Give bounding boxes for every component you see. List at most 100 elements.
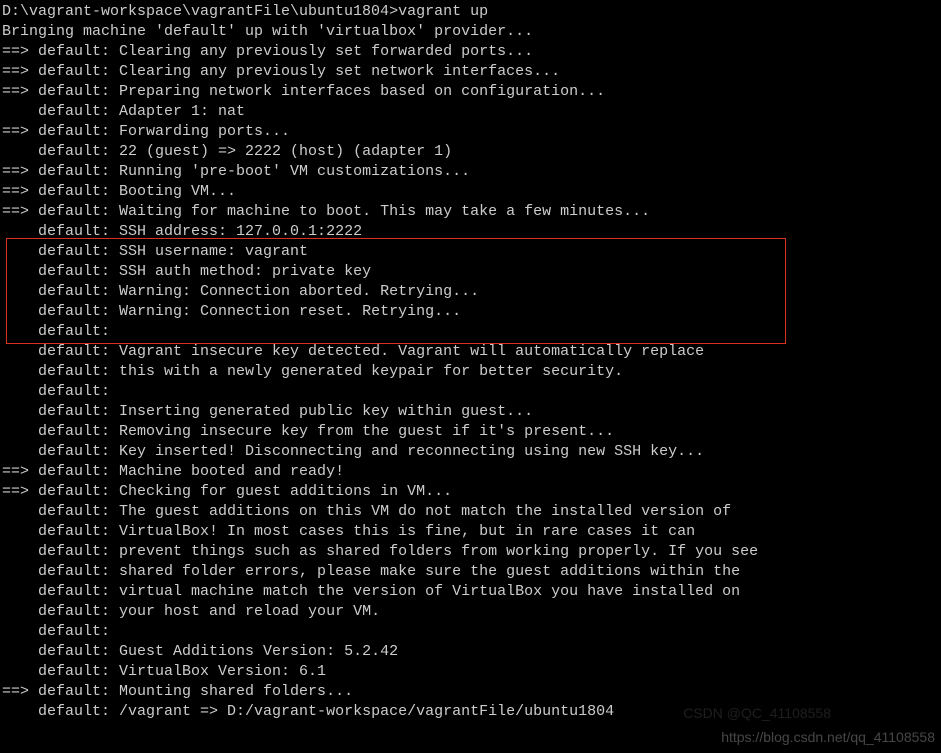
line-prefix: [2, 443, 38, 460]
line-text: default: The guest additions on this VM …: [38, 503, 731, 520]
line-text: default: this with a newly generated key…: [38, 363, 623, 380]
line-prefix: [2, 323, 38, 340]
line-prefix: [2, 403, 38, 420]
line-text: default: Clearing any previously set for…: [38, 43, 533, 60]
line-prefix: [2, 243, 38, 260]
line-text: default: Running 'pre-boot' VM customiza…: [38, 163, 470, 180]
line-prefix: [2, 563, 38, 580]
line-prefix: [2, 263, 38, 280]
line-prefix: [2, 663, 38, 680]
line-text: default: Guest Additions Version: 5.2.42: [38, 643, 398, 660]
output-line: ==> default: Waiting for machine to boot…: [2, 202, 941, 222]
line-prefix: [2, 143, 38, 160]
line-text: default: your host and reload your VM.: [38, 603, 380, 620]
line-text: default: Preparing network interfaces ba…: [38, 83, 605, 100]
line-text: default: Mounting shared folders...: [38, 683, 353, 700]
line-prefix: ==>: [2, 63, 38, 80]
line-text: default: /vagrant => D:/vagrant-workspac…: [38, 703, 614, 720]
line-prefix: [2, 303, 38, 320]
output-line: default:: [2, 322, 941, 342]
output-line: default: VirtualBox Version: 6.1: [2, 662, 941, 682]
line-text: default: Adapter 1: nat: [38, 103, 245, 120]
line-prefix: ==>: [2, 123, 38, 140]
line-text: default:: [38, 323, 110, 340]
line-prefix: [2, 503, 38, 520]
line-text: default: SSH address: 127.0.0.1:2222: [38, 223, 362, 240]
output-line: default: SSH auth method: private key: [2, 262, 941, 282]
line-prefix: [2, 363, 38, 380]
line-prefix: ==>: [2, 683, 38, 700]
line-text: default: SSH username: vagrant: [38, 243, 308, 260]
output-line: ==> default: Clearing any previously set…: [2, 42, 941, 62]
line-text: default: Warning: Connection aborted. Re…: [38, 283, 479, 300]
line-prefix: ==>: [2, 203, 38, 220]
line-prefix: [2, 603, 38, 620]
line-text: default: Forwarding ports...: [38, 123, 290, 140]
line-text: default: Warning: Connection reset. Retr…: [38, 303, 461, 320]
output-line: default: The guest additions on this VM …: [2, 502, 941, 522]
line-text: default: shared folder errors, please ma…: [38, 563, 740, 580]
watermark: https://blog.csdn.net/qq_41108558: [721, 727, 935, 747]
output-line: ==> default: Clearing any previously set…: [2, 62, 941, 82]
output-line: default: your host and reload your VM.: [2, 602, 941, 622]
output-line: default: virtual machine match the versi…: [2, 582, 941, 602]
line-prefix: [2, 583, 38, 600]
line-prefix: [2, 343, 38, 360]
line-prefix: [2, 103, 38, 120]
output-line: default: SSH address: 127.0.0.1:2222: [2, 222, 941, 242]
output-line: ==> default: Preparing network interface…: [2, 82, 941, 102]
output-line: default: this with a newly generated key…: [2, 362, 941, 382]
output-line: default: Inserting generated public key …: [2, 402, 941, 422]
line-text: default: SSH auth method: private key: [38, 263, 371, 280]
line-prefix: [2, 223, 38, 240]
line-text: default: VirtualBox! In most cases this …: [38, 523, 695, 540]
output-line: Bringing machine 'default' up with 'virt…: [2, 22, 941, 42]
line-text: default: Key inserted! Disconnecting and…: [38, 443, 704, 460]
output-line: ==> default: Machine booted and ready!: [2, 462, 941, 482]
output-line: default: Adapter 1: nat: [2, 102, 941, 122]
output-line: default: VirtualBox! In most cases this …: [2, 522, 941, 542]
line-text: default:: [38, 623, 110, 640]
output-line: default: Key inserted! Disconnecting and…: [2, 442, 941, 462]
line-text: default: Vagrant insecure key detected. …: [38, 343, 704, 360]
line-prefix: ==>: [2, 43, 38, 60]
line-prefix: [2, 283, 38, 300]
line-text: default: 22 (guest) => 2222 (host) (adap…: [38, 143, 452, 160]
line-prefix: [2, 643, 38, 660]
line-text: default: Clearing any previously set net…: [38, 63, 560, 80]
output-line: default: Warning: Connection reset. Retr…: [2, 302, 941, 322]
output-line: default: prevent things such as shared f…: [2, 542, 941, 562]
line-text: default:: [38, 383, 110, 400]
line-prefix: [2, 623, 38, 640]
line-text: default: Inserting generated public key …: [38, 403, 533, 420]
output-line: ==> default: Checking for guest addition…: [2, 482, 941, 502]
line-prefix: ==>: [2, 183, 38, 200]
output-line: default: SSH username: vagrant: [2, 242, 941, 262]
output-line: default:: [2, 382, 941, 402]
line-text: default: prevent things such as shared f…: [38, 543, 758, 560]
prompt-line: D:\vagrant-workspace\vagrantFile\ubuntu1…: [2, 2, 941, 22]
line-text: default: Waiting for machine to boot. Th…: [38, 203, 650, 220]
output-line: default: Warning: Connection aborted. Re…: [2, 282, 941, 302]
terminal-output[interactable]: D:\vagrant-workspace\vagrantFile\ubuntu1…: [2, 2, 941, 722]
output-line: default: 22 (guest) => 2222 (host) (adap…: [2, 142, 941, 162]
output-line: default: Removing insecure key from the …: [2, 422, 941, 442]
output-line: default: Guest Additions Version: 5.2.42: [2, 642, 941, 662]
line-text: default: Removing insecure key from the …: [38, 423, 614, 440]
line-prefix: ==>: [2, 463, 38, 480]
output-line: ==> default: Booting VM...: [2, 182, 941, 202]
output-line: default: shared folder errors, please ma…: [2, 562, 941, 582]
line-text: default: Machine booted and ready!: [38, 463, 344, 480]
prompt-path: D:\vagrant-workspace\vagrantFile\ubuntu1…: [2, 3, 398, 20]
line-prefix: ==>: [2, 163, 38, 180]
output-line: ==> default: Forwarding ports...: [2, 122, 941, 142]
line-text: default: Booting VM...: [38, 183, 236, 200]
output-line: ==> default: Running 'pre-boot' VM custo…: [2, 162, 941, 182]
line-prefix: [2, 423, 38, 440]
line-text: Bringing machine 'default' up with 'virt…: [2, 23, 533, 40]
line-prefix: [2, 543, 38, 560]
line-text: default: virtual machine match the versi…: [38, 583, 740, 600]
line-prefix: [2, 703, 38, 720]
line-prefix: [2, 523, 38, 540]
line-text: default: VirtualBox Version: 6.1: [38, 663, 326, 680]
